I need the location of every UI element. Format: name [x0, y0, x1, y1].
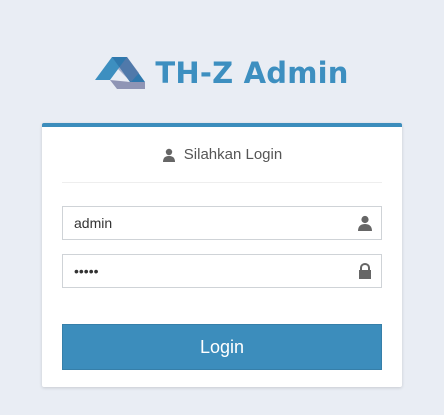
login-card-title: Silahkan Login	[183, 146, 283, 163]
username-field[interactable]	[62, 206, 382, 240]
login-button[interactable]: Login	[62, 324, 382, 370]
app-title: TH-Z Admin	[155, 56, 349, 90]
user-icon	[162, 148, 175, 162]
lock-icon	[359, 263, 371, 279]
login-card: Silahkan Login Login	[42, 123, 402, 387]
password-input[interactable]	[74, 256, 344, 286]
brand-header: TH-Z Admin	[0, 48, 444, 98]
th-z-logo-icon	[95, 57, 146, 89]
password-field[interactable]	[62, 254, 382, 288]
username-input[interactable]	[74, 208, 344, 238]
user-icon	[358, 215, 372, 231]
login-card-header: Silahkan Login	[62, 127, 382, 183]
